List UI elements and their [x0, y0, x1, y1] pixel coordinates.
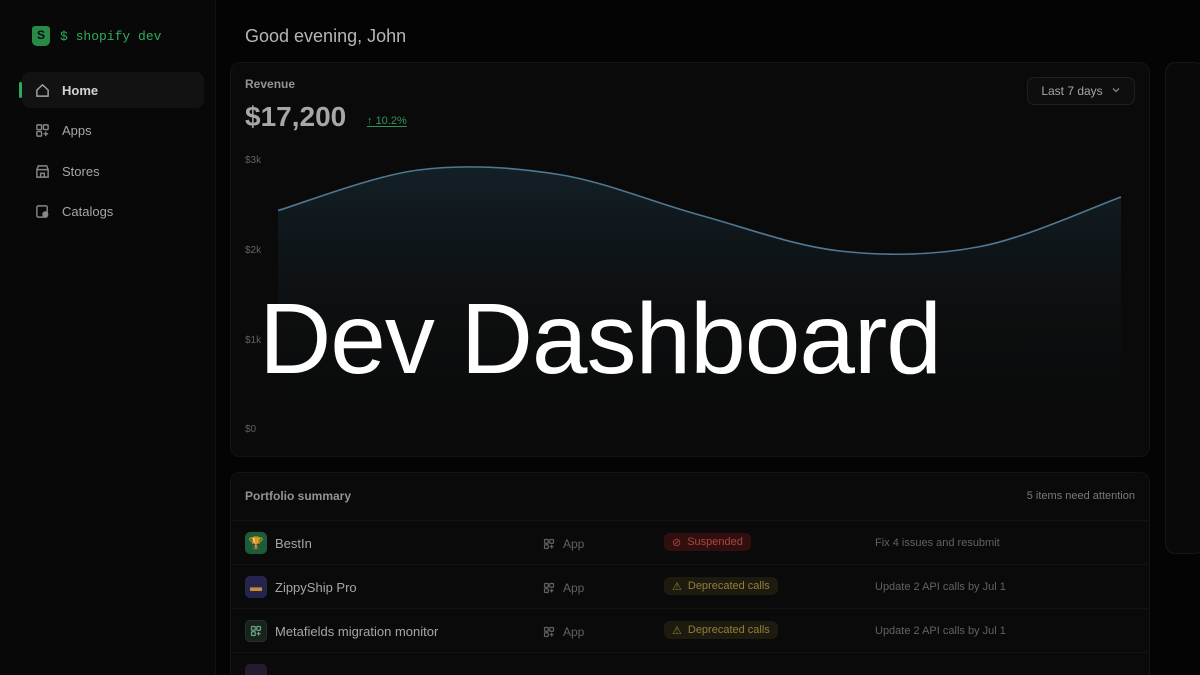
error-icon: ⊘ — [672, 536, 682, 549]
sidebar-item-apps[interactable]: Apps — [22, 113, 204, 149]
grid-icon — [245, 620, 267, 642]
sidebar-item-stores[interactable]: Stores — [22, 153, 204, 189]
sidebar-item-catalogs[interactable]: Catalogs — [22, 194, 204, 230]
revenue-value: $17,200 — [245, 101, 347, 132]
app-name: Metafields migration monitor — [275, 624, 439, 639]
chevron-down-icon — [1111, 84, 1121, 98]
warning-icon: ⚠ — [672, 580, 682, 593]
status-label: Deprecated calls — [687, 624, 770, 636]
status-badge: ⚠ Deprecated calls — [664, 577, 778, 595]
revenue-change: ↑ 10.2% — [367, 115, 407, 127]
warning-icon: ⚠ — [672, 624, 682, 637]
hero-title: Dev Dashboard — [259, 283, 942, 395]
brand[interactable]: $ shopify dev — [12, 18, 212, 54]
status-badge: ⊘ Suspended — [664, 533, 751, 551]
attention-count: 5 items need attention — [1026, 490, 1135, 502]
sidebar-item-label: Home — [62, 82, 99, 98]
status-label: Deprecated calls — [687, 580, 770, 592]
portfolio-card: Portfolio summary 5 items need attention… — [230, 472, 1150, 675]
function-icon — [245, 664, 267, 675]
store-icon — [34, 163, 50, 179]
catalog-icon — [34, 204, 50, 220]
revenue-card: Revenue $17,200 ↑ 10.2% Last 7 days $3k … — [230, 62, 1150, 457]
app-type: App — [543, 537, 584, 551]
date-range-label: Last 7 days — [1041, 84, 1103, 98]
portfolio-title: Portfolio summary — [245, 489, 352, 503]
action-text: Fix 4 issues and resubmit — [875, 537, 1000, 549]
action-text: Update 2 API calls by Jul 1 — [875, 581, 1006, 593]
table-row[interactable]: 🏆 BestIn App ⊘ Suspended Fix 4 issues an… — [231, 520, 1149, 564]
sidebar-item-label: Catalogs — [62, 204, 114, 219]
app-type: App — [543, 625, 584, 639]
sidebar-item-label: Apps — [62, 123, 92, 138]
box-icon: ▬ — [245, 576, 267, 598]
table-row[interactable]: ▬ ZippyShip Pro App ⚠ Deprecated calls U… — [231, 564, 1149, 608]
app-name: ZippyShip Pro — [275, 580, 357, 595]
apps-icon — [543, 582, 555, 594]
sidebar-item-home[interactable]: Home — [19, 72, 204, 108]
date-range-select[interactable]: Last 7 days — [1027, 77, 1135, 105]
app-name: BestIn — [275, 536, 312, 551]
brand-name: $ shopify dev — [60, 28, 162, 44]
page-title: Good evening, John — [245, 26, 407, 46]
table-row[interactable] — [231, 652, 1149, 675]
y-tick-label: $3k — [245, 155, 262, 166]
y-tick-label: $2k — [245, 245, 262, 256]
trophy-icon: 🏆 — [245, 532, 267, 554]
app-type: App — [543, 581, 584, 595]
action-text: Update 2 API calls by Jul 1 — [875, 625, 1006, 637]
app-type-label: App — [563, 581, 585, 595]
status-badge: ⚠ Deprecated calls — [664, 621, 778, 639]
y-tick-label: $0 — [245, 424, 257, 435]
sidebar-nav: Home Apps Stores Catalogs — [19, 72, 204, 234]
table-row[interactable]: Metafields migration monitor App ⚠ Depre… — [231, 608, 1149, 652]
home-icon — [34, 82, 50, 98]
apps-icon — [34, 123, 50, 139]
app-type-label: App — [563, 537, 585, 551]
revenue-change-value: 10.2% — [375, 115, 407, 127]
app-type-label: App — [563, 625, 585, 639]
shopify-logo-icon — [32, 26, 50, 46]
arrow-up-icon: ↑ — [367, 115, 373, 127]
apps-icon — [543, 626, 555, 638]
revenue-label: Revenue — [245, 77, 296, 91]
sidebar-item-label: Stores — [62, 163, 100, 179]
apps-icon — [543, 538, 555, 550]
status-label: Suspended — [687, 536, 743, 548]
